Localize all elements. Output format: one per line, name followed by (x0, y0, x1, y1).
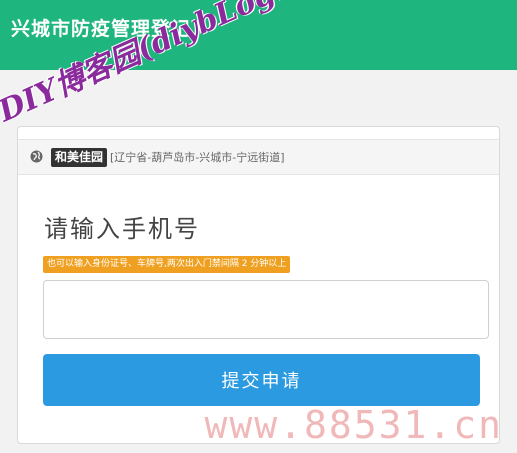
registration-card: 和美佳园 [辽宁省-葫芦岛市-兴城市-宁远街道] 请输入手机号 也可以输入身份证… (17, 126, 500, 444)
location-bar: 和美佳园 [辽宁省-葫芦岛市-兴城市-宁远街道] (18, 139, 499, 175)
submit-button[interactable]: 提交申请 (43, 354, 480, 406)
input-hint-badge: 也可以输入身份证号、车牌号,两次出入门禁间隔 2 分钟以上 (43, 256, 291, 273)
region-path: [辽宁省-葫芦岛市-兴城市-宁远街道] (110, 151, 285, 164)
app-header: 兴城市防疫管理登记 (0, 0, 517, 70)
community-badge: 和美佳园 (51, 148, 108, 167)
page-title: 兴城市防疫管理登记 (11, 18, 192, 40)
phone-input[interactable] (43, 280, 489, 339)
phone-prompt: 请输入手机号 (44, 215, 200, 243)
globe-icon (30, 150, 43, 163)
